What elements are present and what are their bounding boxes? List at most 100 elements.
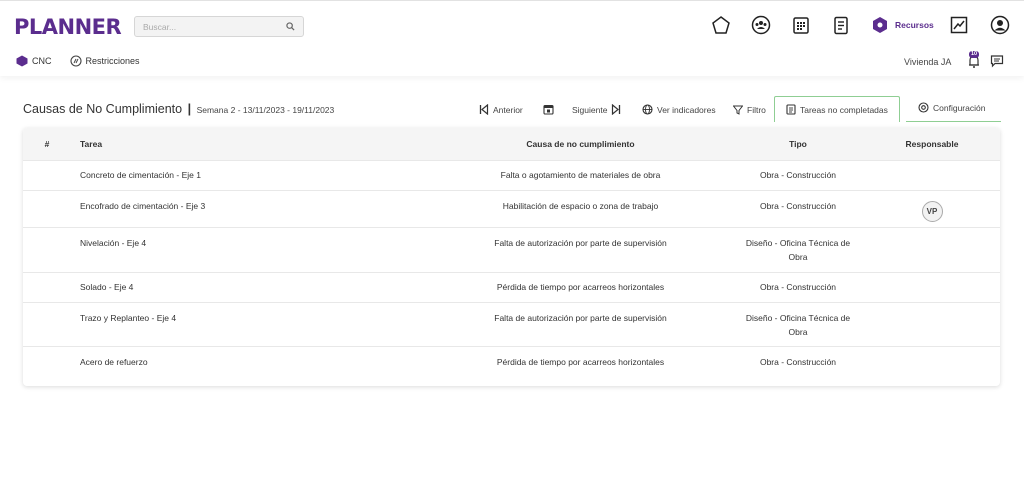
anterior-label: Anterior — [493, 104, 523, 115]
checklist-icon[interactable] — [831, 15, 851, 35]
globe-icon — [642, 104, 653, 115]
anterior-button[interactable]: Anterior — [479, 97, 523, 122]
tarea-cell: Solado - Eje 4 — [71, 271, 429, 302]
tareas-no-completadas-label: Tareas no completadas — [800, 104, 888, 115]
recursos-icon — [873, 17, 887, 33]
responsable-cell — [864, 345, 1000, 378]
table-row[interactable]: Solado - Eje 4 Pérdida de tiempo por aca… — [23, 271, 1000, 302]
notifications-badge: 10 — [969, 51, 980, 58]
responsable-cell — [864, 159, 1000, 190]
responsable-cell — [864, 226, 1000, 272]
page-title: Causas de No Cumplimiento | Semana 2 - 1… — [23, 102, 334, 116]
filtro-label: Filtro — [747, 104, 766, 115]
subnav-restricciones-label: Restricciones — [85, 56, 140, 66]
subnav-cnc[interactable]: CNC — [16, 55, 52, 67]
causa-cell: Pérdida de tiempo por acarreos horizonta… — [429, 271, 732, 302]
tipo-cell: Diseño - Oficina Técnica de Obra — [732, 301, 864, 346]
ver-indicadores-button[interactable]: Ver indicadores — [642, 97, 716, 122]
causa-cell: Pérdida de tiempo por acarreos horizonta… — [429, 345, 732, 378]
responsable-cell — [864, 271, 1000, 302]
tarea-cell: Acero de refuerzo — [71, 345, 429, 378]
causa-cell: Falta de autorización por parte de super… — [429, 226, 732, 272]
gear-icon — [918, 102, 929, 113]
app-logo[interactable]: PLANNER — [14, 15, 122, 39]
tipo-cell: Obra - Construcción — [732, 345, 864, 378]
cnc-table: # Tarea Causa de no cumplimiento Tipo Re… — [23, 128, 1000, 378]
calendar-small-icon — [543, 104, 554, 115]
chat-icon[interactable] — [990, 54, 1004, 68]
subnav-cnc-label: CNC — [32, 56, 52, 66]
table-row[interactable]: Acero de refuerzo Pérdida de tiempo por … — [23, 345, 1000, 378]
search-box[interactable] — [134, 16, 304, 37]
row-number — [23, 271, 71, 302]
tab-underline — [906, 121, 1001, 122]
row-number — [23, 301, 71, 346]
search-input[interactable] — [135, 17, 275, 37]
tipo-line: Obra - Construcción — [759, 170, 837, 180]
chart-icon[interactable] — [949, 15, 969, 35]
causa-cell: Falta de autorización por parte de super… — [429, 301, 732, 346]
chevron-right-icon — [612, 104, 621, 115]
responsable-cell: VP — [864, 189, 1000, 227]
avatar[interactable]: VP — [921, 201, 943, 222]
tipo-line: Obra — [788, 326, 808, 337]
column-header-causa[interactable]: Causa de no cumplimiento — [429, 128, 732, 160]
tipo-line: Diseño - Oficina Técnica de — [745, 237, 851, 248]
tipo-line: Obra - Construcción — [759, 282, 837, 292]
table-row[interactable]: Trazo y Replanteo - Eje 4 Falta de autor… — [23, 301, 1000, 346]
column-header-tipo[interactable]: Tipo — [732, 128, 864, 160]
user-icon[interactable] — [990, 15, 1010, 35]
filter-icon — [733, 105, 743, 115]
table-row[interactable]: Nivelación - Eje 4 Falta de autorización… — [23, 226, 1000, 272]
tipo-cell: Obra - Construcción — [732, 189, 864, 227]
restricciones-icon — [69, 55, 82, 67]
group-icon[interactable] — [751, 15, 771, 35]
tipo-line: Obra - Construcción — [759, 200, 837, 211]
configuracion-label: Configuración — [933, 102, 986, 113]
tipo-line: Diseño - Oficina Técnica de — [745, 312, 851, 323]
tipo-line: Obra - Construcción — [759, 357, 837, 368]
subnav-restricciones[interactable]: Restricciones — [69, 55, 140, 67]
tarea-cell: Encofrado de cimentación - Eje 3 — [71, 189, 429, 227]
notifications-bell[interactable]: 10 — [966, 51, 982, 69]
table-row[interactable]: Concreto de cimentación - Eje 1 Falta o … — [23, 159, 1000, 190]
calendar-icon[interactable] — [791, 15, 811, 35]
page-title-text: Causas de No Cumplimiento — [23, 102, 183, 116]
pentagon-icon[interactable] — [711, 15, 731, 35]
configuracion-button[interactable]: Configuración — [918, 95, 985, 120]
siguiente-button[interactable]: Siguiente — [572, 97, 621, 122]
week-range: Semana 2 - 13/11/2023 - 19/11/2023 — [196, 105, 335, 115]
cnc-icon — [16, 55, 28, 67]
tipo-cell: Obra - Construcción — [732, 271, 864, 302]
siguiente-label: Siguiente — [572, 104, 608, 115]
chevron-left-icon — [479, 104, 489, 115]
filtro-button[interactable]: Filtro — [733, 97, 766, 122]
tipo-line: Obra — [788, 251, 808, 262]
tarea-cell: Concreto de cimentación - Eje 1 — [71, 159, 429, 190]
column-header-tarea[interactable]: Tarea — [71, 128, 429, 160]
nav-recursos-label: Recursos — [895, 20, 934, 30]
project-name: Vivienda JA — [904, 57, 952, 67]
row-number — [23, 345, 71, 378]
search-icon[interactable] — [286, 22, 295, 31]
ver-indicadores-label: Ver indicadores — [657, 104, 716, 115]
nav-recursos[interactable]: Recursos — [872, 15, 934, 35]
title-separator: | — [187, 102, 192, 116]
document-icon — [786, 104, 796, 115]
row-number — [23, 226, 71, 272]
table-row[interactable]: Encofrado de cimentación - Eje 3 Habilit… — [23, 189, 1000, 227]
column-header-number: # — [44, 138, 50, 149]
cnc-table-card: # Tarea Causa de no cumplimiento Tipo Re… — [23, 128, 1000, 386]
tipo-cell: Diseño - Oficina Técnica de Obra — [732, 226, 864, 272]
row-number — [23, 189, 71, 227]
column-header-responsable[interactable]: Responsable — [864, 128, 1000, 160]
tarea-cell: Trazo y Replanteo - Eje 4 — [71, 301, 429, 346]
tab-tareas-no-completadas[interactable]: Tareas no completadas — [774, 96, 900, 122]
tarea-cell: Nivelación - Eje 4 — [71, 226, 429, 272]
row-number — [23, 159, 71, 190]
top-header: PLANNER Buscar... Recursos CNC Restricci… — [0, 0, 1024, 76]
date-picker-button[interactable] — [543, 97, 558, 122]
causa-cell: Habilitación de espacio o zona de trabaj… — [429, 189, 732, 227]
tipo-cell: Obra - Construcción — [732, 159, 864, 190]
table-header-row: # Tarea Causa de no cumplimiento Tipo Re… — [23, 128, 1000, 160]
